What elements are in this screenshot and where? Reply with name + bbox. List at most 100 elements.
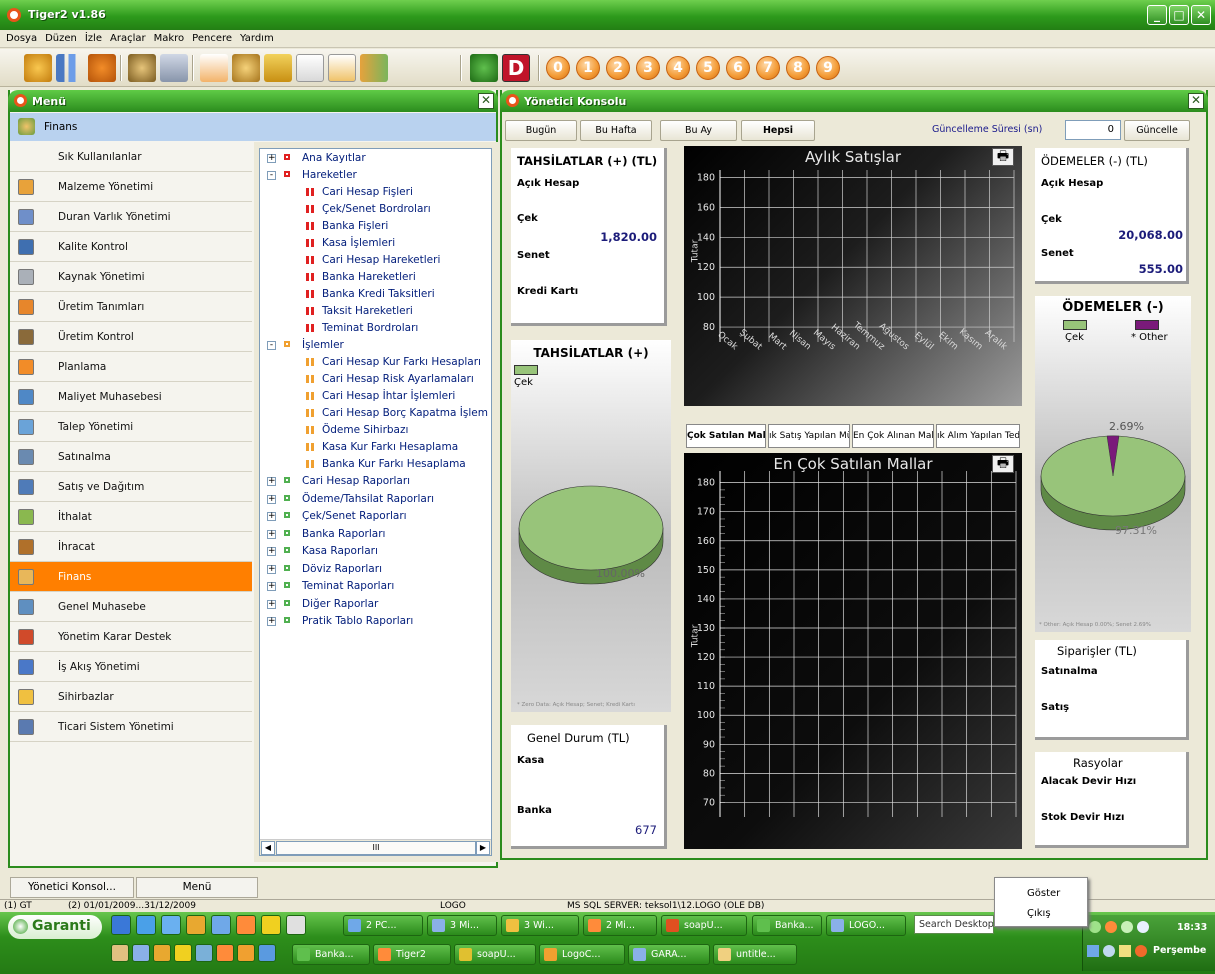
tree-leaf-transaction[interactable]: Taksit Hareketleri: [322, 305, 413, 317]
menu-item-show[interactable]: Göster: [1027, 888, 1060, 899]
taskbar-button[interactable]: 2 PC...: [343, 915, 423, 936]
collapse-icon[interactable]: -: [267, 341, 276, 350]
tree-leaf-operation[interactable]: Cari Hesap İhtar İşlemleri: [322, 390, 455, 402]
taskbar-button[interactable]: GARA...: [628, 944, 710, 965]
tray-clover-icon[interactable]: [1089, 921, 1101, 933]
expand-icon[interactable]: +: [267, 564, 276, 574]
collapse-icon[interactable]: -: [267, 171, 276, 180]
quick-launch-icon[interactable]: [136, 915, 156, 935]
quick-launch-icon[interactable]: [161, 915, 181, 935]
expand-icon[interactable]: +: [267, 617, 276, 626]
top-suppliers-tab[interactable]: ık Alım Yapılan Teda: [936, 424, 1020, 448]
module-item[interactable]: İhracat: [10, 532, 252, 562]
tree-leaf-operation[interactable]: Ödeme Sihirbazı: [322, 424, 408, 436]
quick-launch-icon[interactable]: [186, 915, 206, 935]
shortcut-9-button[interactable]: 9: [816, 56, 840, 80]
org-chart-icon[interactable]: [88, 54, 116, 82]
exit-door-icon[interactable]: [360, 54, 388, 82]
taskbar-button[interactable]: 2 Mi...: [583, 915, 657, 936]
quick-launch-icon[interactable]: [111, 944, 129, 962]
tree-leaf-operation[interactable]: Cari Hesap Risk Ayarlamaları: [322, 373, 474, 385]
tray-logo-icon[interactable]: [1105, 921, 1117, 933]
tree-node-report[interactable]: Çek/Senet Raporları: [302, 510, 407, 522]
tree-leaf-transaction[interactable]: Kasa İşlemleri: [322, 237, 395, 249]
shortcut-6-button[interactable]: 6: [726, 56, 750, 80]
quick-launch-icon[interactable]: [237, 944, 255, 962]
menu-pencere[interactable]: Pencere: [192, 30, 232, 48]
scroll-right-icon[interactable]: ▶: [476, 841, 490, 855]
users-icon[interactable]: [24, 54, 52, 82]
taskbar-button[interactable]: soapU...: [661, 915, 747, 936]
tree-leaf-transaction[interactable]: Çek/Senet Bordroları: [322, 203, 431, 215]
menu-izle[interactable]: İzle: [85, 30, 102, 48]
clock-time[interactable]: 18:33: [1177, 922, 1207, 933]
start-button[interactable]: Garanti: [8, 915, 102, 939]
console-close-button[interactable]: ✕: [1188, 93, 1204, 109]
new-document-icon[interactable]: [296, 54, 324, 82]
menu-close-button[interactable]: ✕: [478, 93, 494, 109]
module-item[interactable]: Satınalma: [10, 442, 252, 472]
clock-day[interactable]: Perşembe: [1153, 945, 1206, 956]
tree-node-report[interactable]: Cari Hesap Raporları: [302, 475, 410, 487]
expand-icon[interactable]: +: [267, 477, 276, 486]
module-item[interactable]: Yönetim Karar Destek: [10, 622, 252, 652]
money-bag-icon[interactable]: [128, 54, 156, 82]
tree-node-operations[interactable]: İşlemler: [302, 339, 344, 351]
shortcut-8-button[interactable]: 8: [786, 56, 810, 80]
menu-item-exit[interactable]: Çıkış: [1027, 908, 1051, 919]
logo-clover-icon[interactable]: [470, 54, 498, 82]
tree-node-report[interactable]: Banka Raporları: [302, 528, 385, 540]
shortcut-5-button[interactable]: 5: [696, 56, 720, 80]
shortcut-1-button[interactable]: 1: [576, 56, 600, 80]
tree-leaf-transaction[interactable]: Banka Hareketleri: [322, 271, 416, 283]
close-button[interactable]: ✕: [1191, 5, 1211, 25]
tree-node-main-records[interactable]: Ana Kayıtlar: [302, 152, 366, 164]
today-button[interactable]: Bugün: [505, 120, 577, 141]
module-item[interactable]: Ticari Sistem Yönetimi: [10, 712, 252, 742]
module-item[interactable]: Kalite Kontrol: [10, 232, 252, 262]
module-item[interactable]: Malzeme Yönetimi: [10, 172, 252, 202]
minimize-button[interactable]: _: [1147, 5, 1167, 25]
horizontal-scrollbar[interactable]: ◀ III ▶: [260, 839, 491, 855]
module-item[interactable]: Finans: [10, 562, 252, 592]
module-item[interactable]: Kaynak Yönetimi: [10, 262, 252, 292]
shortcut-3-button[interactable]: 3: [636, 56, 660, 80]
tree-node-report[interactable]: Kasa Raporları: [302, 545, 378, 557]
expand-icon[interactable]: +: [267, 599, 276, 609]
shortcut-0-button[interactable]: 0: [546, 56, 570, 80]
expand-icon[interactable]: +: [267, 529, 276, 539]
tree-leaf-transaction[interactable]: Banka Fişleri: [322, 220, 388, 232]
top-purchased-tab[interactable]: En Çok Alınan Malla: [852, 424, 934, 448]
tree-leaf-transaction[interactable]: Teminat Bordroları: [322, 322, 418, 334]
user-icon[interactable]: [232, 54, 260, 82]
taskbar-button[interactable]: soapU...: [454, 944, 536, 965]
tray-notes-icon[interactable]: [1119, 945, 1131, 957]
quick-launch-icon[interactable]: [132, 944, 150, 962]
tray-block-icon[interactable]: [1135, 945, 1147, 957]
bar-chart-icon[interactable]: [56, 54, 84, 82]
taskbar-button[interactable]: 3 Mi...: [427, 915, 497, 936]
tree-leaf-transaction[interactable]: Banka Kredi Taksitleri: [322, 288, 435, 300]
shortcut-2-button[interactable]: 2: [606, 56, 630, 80]
quick-launch-icon[interactable]: [211, 915, 231, 935]
tree-node-transactions[interactable]: Hareketler: [302, 169, 357, 181]
maximize-button[interactable]: □: [1169, 5, 1189, 25]
module-item[interactable]: Satış ve Dağıtım: [10, 472, 252, 502]
top-customers-tab[interactable]: ık Satış Yapılan Müş: [768, 424, 850, 448]
window-tab-menu[interactable]: Menü: [136, 877, 258, 898]
top-products-tab[interactable]: Çok Satılan Mall: [686, 424, 766, 448]
quick-launch-icon[interactable]: [153, 944, 171, 962]
quick-launch-icon[interactable]: [174, 944, 192, 962]
tree-node-report[interactable]: Teminat Raporları: [302, 580, 394, 592]
menu-araclar[interactable]: Araçlar: [110, 30, 146, 48]
quick-launch-icon[interactable]: [111, 915, 131, 935]
taskbar-button[interactable]: LOGO...: [826, 915, 906, 936]
d-button[interactable]: D: [502, 54, 530, 82]
tray-clock-icon[interactable]: [1103, 945, 1115, 957]
taskbar-button[interactable]: 3 Wi...: [501, 915, 579, 936]
module-item[interactable]: Genel Muhasebe: [10, 592, 252, 622]
tray-network-icon[interactable]: [1121, 921, 1133, 933]
expand-icon[interactable]: +: [267, 547, 276, 556]
desktop-search-input[interactable]: Search Desktop: [914, 915, 994, 934]
books-icon[interactable]: [264, 54, 292, 82]
